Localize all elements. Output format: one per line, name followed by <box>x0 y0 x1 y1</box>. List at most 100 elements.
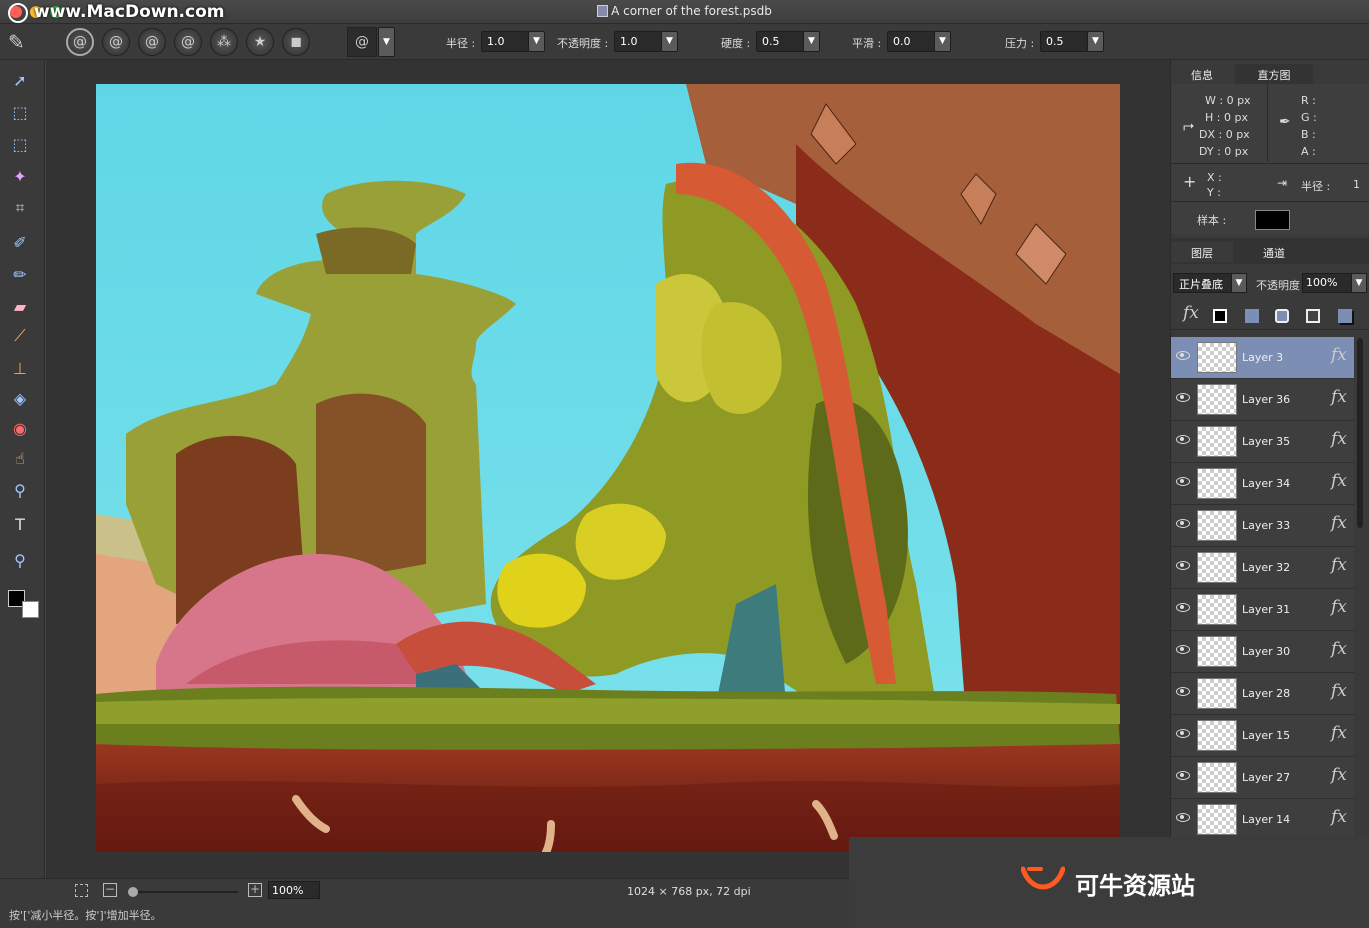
layer-fx-icon[interactable]: fx <box>1331 387 1347 407</box>
layer-row[interactable]: Layer 14 fx <box>1171 799 1354 837</box>
magic-wand-icon[interactable]: ✦ <box>8 164 32 188</box>
marquee-icon[interactable]: ⬚ <box>8 132 32 156</box>
layer-row[interactable]: Layer 30 fx <box>1171 631 1354 673</box>
layer-row[interactable]: Layer 28 fx <box>1171 673 1354 715</box>
blend-mode-dropdown[interactable]: ▼ <box>1231 273 1247 293</box>
radius-dropdown[interactable]: ▼ <box>528 31 545 52</box>
sample-color-swatch[interactable] <box>1255 210 1290 230</box>
layers-scrollbar[interactable] <box>1357 338 1363 528</box>
layer-thumbnail <box>1197 468 1237 499</box>
brush-preset-dropdown[interactable]: ▼ <box>378 27 395 57</box>
layer-fx-icon[interactable]: fx <box>1331 597 1347 617</box>
visibility-eye-icon[interactable] <box>1176 645 1190 654</box>
layer-row[interactable]: Layer 31 fx <box>1171 589 1354 631</box>
layer-row[interactable]: Layer 32 fx <box>1171 547 1354 589</box>
info-dy: DY : 0 px <box>1199 145 1249 158</box>
fill-style-icon[interactable] <box>1245 309 1259 323</box>
tab-channels[interactable]: 通道 <box>1235 242 1313 262</box>
artwork-canvas[interactable] <box>96 84 1120 852</box>
drop-shadow-icon[interactable] <box>1338 309 1352 323</box>
visibility-eye-icon[interactable] <box>1176 435 1190 444</box>
stamp-icon[interactable]: ⊥ <box>8 356 32 380</box>
pencil-icon[interactable]: ✏ <box>8 262 32 286</box>
layer-fx-icon[interactable]: fx <box>1331 639 1347 659</box>
crop-icon[interactable]: ⌗ <box>8 196 32 220</box>
zoom-in-button[interactable]: + <box>248 883 262 897</box>
tab-layers[interactable]: 图层 <box>1171 242 1233 262</box>
info-divider <box>1267 84 1268 162</box>
layer-row[interactable]: Layer 34 fx <box>1171 463 1354 505</box>
zoom-field[interactable]: 100% <box>268 881 320 899</box>
brush-round-icon[interactable]: @ <box>66 28 94 56</box>
brush-soft-icon[interactable]: @ <box>102 28 130 56</box>
brush-tool-icon[interactable]: ✎ <box>8 30 25 54</box>
layer-row[interactable]: Layer 15 fx <box>1171 715 1354 757</box>
brush-preset-picker[interactable]: @ <box>347 27 377 57</box>
zoom-out-button[interactable]: − <box>103 883 117 897</box>
visibility-eye-icon[interactable] <box>1176 813 1190 822</box>
opacity-field[interactable]: 1.0 <box>614 31 662 52</box>
fit-screen-icon[interactable] <box>75 884 88 897</box>
red-eye-icon[interactable]: ◉ <box>8 416 32 440</box>
fx-icon[interactable]: fx <box>1183 303 1199 323</box>
zoom-icon[interactable]: ⚲ <box>8 478 32 502</box>
outer-glow-icon[interactable] <box>1275 309 1289 323</box>
pressure-dropdown[interactable]: ▼ <box>1087 31 1104 52</box>
pressure-field[interactable]: 0.5 <box>1040 31 1088 52</box>
layer-fx-icon[interactable]: fx <box>1331 681 1347 701</box>
move-icon[interactable]: ➚ <box>8 68 32 92</box>
visibility-eye-icon[interactable] <box>1176 519 1190 528</box>
brush-block-icon[interactable]: ◼ <box>282 28 310 56</box>
layer-row[interactable]: Layer 35 fx <box>1171 421 1354 463</box>
layer-fx-icon[interactable]: fx <box>1331 513 1347 533</box>
tab-histogram[interactable]: 直方图 <box>1235 64 1313 84</box>
visibility-eye-icon[interactable] <box>1176 771 1190 780</box>
hardness-field[interactable]: 0.5 <box>756 31 804 52</box>
zoom-slider[interactable] <box>128 891 238 893</box>
opacity-dropdown[interactable]: ▼ <box>661 31 678 52</box>
visibility-eye-icon[interactable] <box>1176 729 1190 738</box>
brush-hard-icon[interactable]: @ <box>138 28 166 56</box>
brush-star-icon[interactable]: ★ <box>246 28 274 56</box>
layer-row[interactable]: Layer 36 fx <box>1171 379 1354 421</box>
layer-row[interactable]: Layer 3 fx <box>1171 337 1354 379</box>
brush-icon[interactable]: ✐ <box>8 230 32 254</box>
eraser-icon[interactable]: ▰ <box>8 294 32 318</box>
layer-opacity-field[interactable]: 100% <box>1302 273 1352 293</box>
smoothing-dropdown[interactable]: ▼ <box>934 31 951 52</box>
layer-fx-icon[interactable]: fx <box>1331 723 1347 743</box>
layer-name: Layer 3 <box>1242 351 1284 364</box>
stroke-style-icon[interactable] <box>1213 309 1227 323</box>
layer-fx-icon[interactable]: fx <box>1331 345 1347 365</box>
document-size: 1024 × 768 px, 72 dpi <box>627 885 751 898</box>
visibility-eye-icon[interactable] <box>1176 561 1190 570</box>
tab-info[interactable]: 信息 <box>1171 64 1233 84</box>
layer-fx-icon[interactable]: fx <box>1331 765 1347 785</box>
smoothing-field[interactable]: 0.0 <box>887 31 935 52</box>
type-icon[interactable]: T <box>8 512 32 536</box>
layer-fx-icon[interactable]: fx <box>1331 555 1347 575</box>
layer-row[interactable]: Layer 27 fx <box>1171 757 1354 799</box>
hardness-dropdown[interactable]: ▼ <box>803 31 820 52</box>
magnifier-icon[interactable]: ⚲ <box>8 548 32 572</box>
brush-texture-icon[interactable]: @ <box>174 28 202 56</box>
layer-opacity-dropdown[interactable]: ▼ <box>1351 273 1367 293</box>
visibility-eye-icon[interactable] <box>1176 351 1190 360</box>
brush-splatter-icon[interactable]: ⁂ <box>210 28 238 56</box>
inner-glow-icon[interactable] <box>1306 309 1320 323</box>
visibility-eye-icon[interactable] <box>1176 477 1190 486</box>
visibility-eye-icon[interactable] <box>1176 603 1190 612</box>
zoom-slider-handle[interactable] <box>128 887 138 897</box>
visibility-eye-icon[interactable] <box>1176 687 1190 696</box>
layer-fx-icon[interactable]: fx <box>1331 807 1347 827</box>
layer-fx-icon[interactable]: fx <box>1331 471 1347 491</box>
visibility-eye-icon[interactable] <box>1176 393 1190 402</box>
layer-row[interactable]: Layer 33 fx <box>1171 505 1354 547</box>
layer-fx-icon[interactable]: fx <box>1331 429 1347 449</box>
transform-icon[interactable]: ⬚ <box>8 100 32 124</box>
eyedropper-icon[interactable]: ⟋ <box>8 324 32 348</box>
bucket-icon[interactable]: ◈ <box>8 386 32 410</box>
background-color-swatch[interactable] <box>22 601 39 618</box>
radius-field[interactable]: 1.0 <box>481 31 529 52</box>
smudge-icon[interactable]: ☝ <box>8 446 32 470</box>
